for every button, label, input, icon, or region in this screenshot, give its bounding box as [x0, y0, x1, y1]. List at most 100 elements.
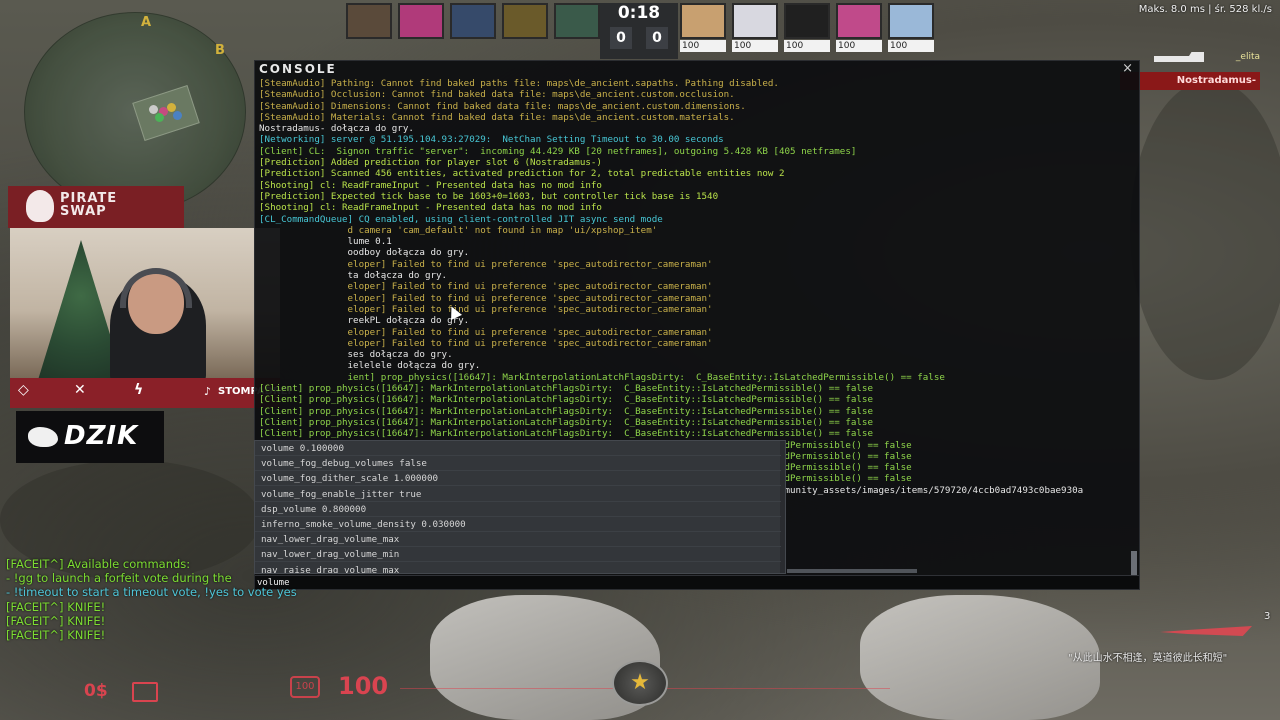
armor-icon: 100 [290, 676, 320, 698]
player-avatar [398, 3, 444, 39]
console-line: [Prediction] Expected tick base to be 16… [259, 190, 719, 202]
autocomplete-list[interactable]: volume 0.100000 volume_fog_debug_volumes … [254, 440, 786, 574]
tiktok-icon: ♪ [204, 385, 212, 398]
console-line: ient] prop_physics([16647]: MarkInterpol… [259, 371, 945, 383]
player-avatar: 100 [732, 3, 778, 52]
score-t: 0 [646, 27, 668, 49]
diamond-icon: ◇ [18, 382, 29, 398]
webcam-feed [10, 228, 280, 378]
minimap[interactable]: A B [24, 12, 246, 212]
chat-message: [FACEIT^] KNIFE! [6, 613, 106, 628]
sponsor-banner: PIRATE SWAP [8, 186, 184, 228]
lightning-icon: ϟ [134, 382, 144, 398]
autocomplete-item[interactable]: nav_raise_drag_volume_max [255, 563, 781, 573]
console-input[interactable] [257, 576, 1137, 589]
console-line: [CL_CommandQueue] CQ enabled, using clie… [259, 213, 663, 225]
money-counter: 0$ [84, 681, 108, 701]
player-hp: 100 [888, 40, 934, 52]
score-ct: 0 [610, 27, 632, 49]
autocomplete-item[interactable]: volume_fog_dither_scale 1.000000 [255, 471, 781, 487]
chat-message: [FACEIT^] KNIFE! [6, 628, 106, 643]
console-line: [Client] prop_physics([16647]: MarkInter… [259, 428, 873, 440]
console-line: ielelele dołącza do gry. [259, 360, 481, 372]
autocomplete-item[interactable]: volume_fog_enable_jitter true [255, 487, 781, 502]
rifle-icon [1154, 52, 1204, 62]
killfeed-killer: Nostradamus- [1120, 72, 1260, 90]
console-line: d camera 'cam_default' not found in map … [259, 224, 658, 236]
player-right-hand [860, 595, 1100, 720]
console-line: ses dołącza do gry. [259, 349, 453, 361]
killfeed-victim: _elita [1235, 52, 1260, 62]
vertical-scrollbar[interactable] [1131, 551, 1137, 575]
player-avatar: 100 [784, 3, 830, 52]
console-line: eloper] Failed to find ui preference 'sp… [259, 258, 713, 270]
round-timer-panel: 0:18 0 0 [600, 3, 678, 59]
autocomplete-item[interactable]: inferno_smoke_volume_density 0.030000 [255, 517, 781, 532]
chat-panel: [FACEIT^] Available commands: - !gg to la… [6, 557, 297, 643]
autocomplete-item[interactable]: volume 0.100000 [255, 441, 781, 456]
sponsor2-banner: DZIK [16, 411, 164, 463]
headset-icon [120, 268, 192, 308]
console-line: eloper] Failed to find ui preference 'sp… [259, 326, 713, 338]
bombsite-b-label: B [215, 43, 225, 58]
sponsor2-name: DZIK [64, 421, 139, 451]
teammate-marker [155, 113, 164, 122]
console-line: Nostradamus- dołącza do gry. [259, 123, 414, 135]
console-line: [SteamAudio] Pathing: Cannot find baked … [259, 78, 779, 89]
player-avatar [450, 3, 496, 39]
pirate-logo-icon [26, 190, 54, 222]
player-hp: 100 [680, 40, 726, 52]
team-logo-icon: ✕ [74, 382, 86, 398]
console-line: [Networking] server @ 51.195.104.93:2702… [259, 134, 724, 146]
console-line: [Shooting] cl: ReadFrameInput - Presente… [259, 179, 602, 191]
chat-message: [FACEIT^] Available commands: [6, 557, 191, 571]
console-line: lume 0.1 [259, 236, 392, 248]
background-rock [1130, 80, 1280, 380]
console-line: ta dołącza do gry. [259, 270, 448, 282]
round-counter: 3 [1264, 611, 1271, 622]
autocomplete-item[interactable]: nav_lower_drag_volume_min [255, 547, 781, 563]
console-line: [Client] CL: Signon traffic "server": in… [259, 145, 857, 157]
console-line: reekPL dołącza do gry. [259, 315, 470, 327]
console-line: [Shooting] cl: ReadFrameInput - Presente… [259, 202, 602, 214]
console-line: oodboy dołącza do gry. [259, 247, 470, 259]
autocomplete-item[interactable]: volume_fog_debug_volumes false [255, 456, 781, 472]
teammate-marker [173, 111, 182, 120]
console-line: eloper] Failed to find ui preference 'sp… [259, 292, 713, 304]
sponsor-name: PIRATE SWAP [60, 191, 118, 219]
console-line: eloper] Failed to find ui preference 'sp… [259, 337, 713, 349]
console-line: [Client] prop_physics([16647]: MarkInter… [259, 405, 873, 417]
console-line: eloper] Failed to find ui preference 'sp… [259, 303, 713, 315]
player-avatar: 100 [836, 3, 882, 52]
player-hp: 100 [784, 40, 830, 52]
console-title: CONSOLE [259, 62, 337, 76]
player-hp: 100 [732, 40, 778, 52]
autocomplete-item[interactable]: nav_lower_drag_volume_max [255, 532, 781, 548]
player-avatar: 100 [680, 3, 726, 52]
console-line: [Prediction] Scanned 456 entities, activ… [259, 168, 785, 180]
buy-cart-icon[interactable] [132, 682, 158, 702]
boar-icon [28, 427, 58, 447]
player-avatar [346, 3, 392, 39]
console-line: [SteamAudio] Materials: Cannot find bake… [259, 111, 735, 123]
console-line: [Prediction] Added prediction for player… [259, 157, 602, 169]
knife-icon [1160, 626, 1252, 636]
chat-message: - !gg to launch a forfeit vote during th… [6, 571, 232, 586]
health-counter: 100 [338, 672, 389, 700]
console-input-row[interactable] [255, 575, 1139, 589]
player-avatar: 100 [888, 3, 934, 52]
social-bar: ◇ ✕ ϟ ♪ STOMPADREI [10, 378, 291, 408]
rank-emblem-icon: ★ [612, 660, 668, 706]
player-avatar [502, 3, 548, 39]
close-icon[interactable]: × [1122, 61, 1133, 76]
horizontal-scrollbar[interactable] [787, 569, 917, 573]
player-hp: 100 [836, 40, 882, 52]
bombsite-a-label: A [141, 15, 152, 30]
chat-message: - !timeout to start a timeout vote, !yes… [6, 585, 297, 600]
console-line: [Client] prop_physics([16647]: MarkInter… [259, 416, 873, 428]
console-line: [SteamAudio] Dimensions: Cannot find bak… [259, 100, 746, 112]
console-line: eloper] Failed to find ui preference 'sp… [259, 281, 713, 293]
console-line: [Client] prop_physics([16647]: MarkInter… [259, 383, 873, 395]
net-graph: Maks. 8.0 ms | śr. 528 kl./s [1138, 4, 1272, 15]
autocomplete-item[interactable]: dsp_volume 0.800000 [255, 502, 781, 517]
